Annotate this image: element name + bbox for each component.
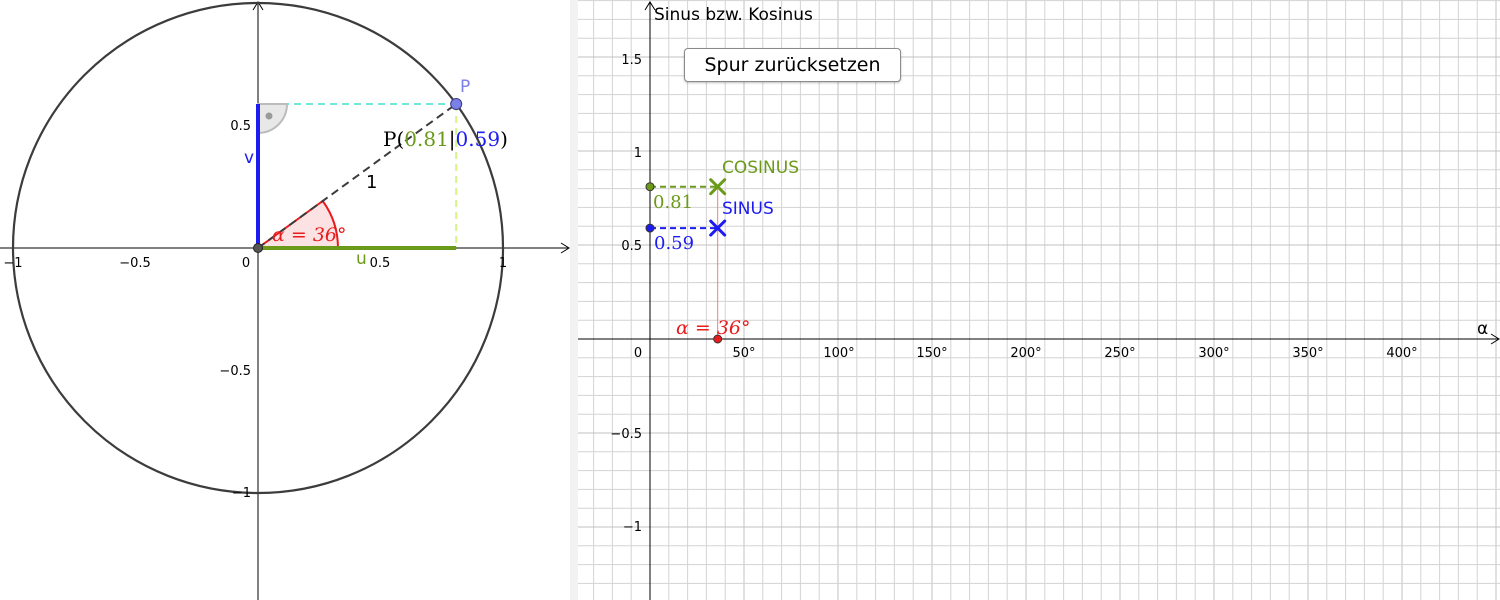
cosine-axis-point (645, 182, 655, 192)
graph-origin-label: 0 (634, 346, 642, 361)
graph-y-axis-title: Sinus bzw. Kosinus (654, 5, 813, 25)
left-x-tick: −0.5 (119, 256, 151, 271)
coord-separator: | (449, 127, 456, 152)
graph-angle-label: α = 36° (676, 317, 751, 339)
right-angle-marker (257, 102, 289, 134)
cosinus-label: COSINUS (722, 158, 799, 178)
view-separator[interactable] (570, 0, 578, 600)
unit-circle-view: −1 −0.5 0 0.5 1 0.5 −0.5 −1 P P(0.81|0.5… (0, 1, 570, 600)
coord-sin-value: 0.59 (456, 127, 501, 151)
graph-view: 0 50° 100° 150° 200° 250° 300° 350° 400°… (578, 0, 1500, 600)
graph-y-tick: −1 (623, 520, 642, 535)
right-angle-dot (265, 112, 273, 120)
cosine-value-label: 0.81 (653, 192, 693, 213)
left-y-tick-labels: 0.5 −0.5 −1 (219, 119, 251, 501)
origin-point (253, 243, 263, 253)
point-p-handle[interactable] (450, 97, 463, 110)
graph-x-tick: 100° (823, 346, 854, 361)
graph-y-tick: 1 (634, 146, 642, 161)
graph-x-tick: 200° (1010, 346, 1041, 361)
left-x-tick: 0.5 (370, 256, 391, 271)
u-label: u (356, 249, 367, 269)
sine-axis-point (645, 223, 655, 233)
left-origin-label: 0 (242, 256, 250, 271)
angle-alpha-label: α = 36° (272, 224, 347, 246)
point-p-coordinates: P(0.81|0.59) (383, 127, 508, 152)
left-x-tick: −1 (3, 256, 22, 271)
graph-x-axis-title: α (1477, 319, 1488, 339)
geogebra-applet: −1 −0.5 0 0.5 1 0.5 −0.5 −1 P P(0.81|0.5… (0, 0, 1500, 600)
point-p-label: P (460, 77, 470, 97)
left-y-tick: −0.5 (219, 364, 251, 379)
graph-y-tick: 1.5 (621, 53, 642, 68)
left-x-tick: 1 (499, 256, 507, 271)
v-label: v (244, 148, 254, 168)
graph-y-tick: 0.5 (621, 239, 642, 254)
coord-cos-value: 0.81 (404, 127, 449, 151)
left-x-tick-labels: −1 −0.5 0 0.5 1 (3, 256, 507, 271)
radius-label: 1 (366, 172, 377, 193)
graph-grid (578, 0, 1500, 600)
graph-x-tick: 300° (1198, 346, 1229, 361)
left-y-tick: 0.5 (230, 119, 251, 134)
graph-x-tick: 50° (732, 346, 755, 361)
graph-x-tick: 350° (1292, 346, 1323, 361)
coord-suffix: ) (500, 127, 508, 151)
graph-x-tick: 150° (916, 346, 947, 361)
graph-y-tick: −0.5 (610, 427, 642, 442)
reset-trace-button[interactable]: Spur zurücksetzen (684, 48, 901, 82)
graph-x-tick: 250° (1104, 346, 1135, 361)
coord-prefix: P( (383, 127, 404, 151)
graph-x-tick: 400° (1386, 346, 1417, 361)
sine-value-label: 0.59 (654, 233, 694, 254)
sinus-label: SINUS (722, 199, 774, 219)
graph-y-tick-labels: 1.5 1 0.5 −0.5 −1 (610, 53, 642, 535)
left-y-tick: −1 (232, 486, 251, 501)
graph-x-tick-labels: 0 50° 100° 150° 200° 250° 300° 350° 400° (634, 346, 1418, 361)
